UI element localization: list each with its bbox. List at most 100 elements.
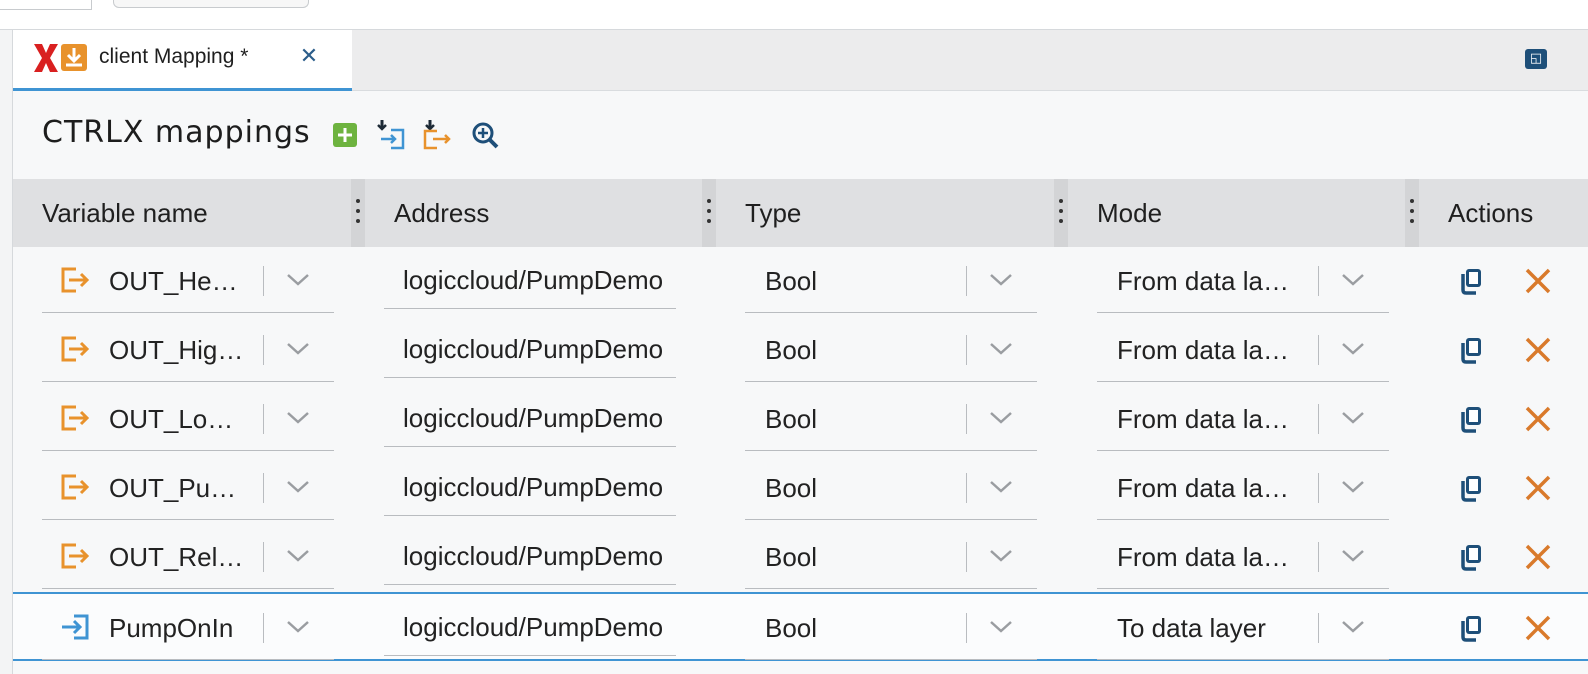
type-value: Bool [765, 542, 818, 572]
chevron-down-icon[interactable] [1340, 478, 1366, 496]
address-input[interactable]: logiccloud/PumpDemo [384, 594, 676, 656]
import-icon[interactable] [375, 118, 407, 152]
mapping-editor: CTRLX mappings Variable name Address Typ… [13, 91, 1588, 674]
variable-name-select[interactable]: OUT_Pu… [42, 454, 334, 520]
chevron-down-icon[interactable] [1340, 271, 1366, 289]
mode-select[interactable]: From data la… [1097, 385, 1389, 451]
maximize-icon[interactable]: ◱ [1525, 49, 1547, 69]
chevron-down-icon[interactable] [988, 409, 1014, 427]
mode-value: From data la… [1117, 542, 1289, 572]
chevron-down-icon[interactable] [285, 409, 311, 427]
column-resize-handle[interactable] [351, 179, 365, 247]
copy-icon[interactable] [1456, 404, 1486, 434]
chevron-down-icon[interactable] [285, 478, 311, 496]
variable-name-select[interactable]: OUT_Hig… [42, 316, 334, 382]
copy-icon[interactable] [1456, 473, 1486, 503]
address-input[interactable]: logiccloud/PumpDemo [384, 523, 676, 585]
chevron-down-icon[interactable] [988, 271, 1014, 289]
address-value: logiccloud/PumpDemo [403, 403, 664, 433]
chevron-down-icon[interactable] [988, 618, 1014, 636]
mode-select[interactable]: From data la… [1097, 316, 1389, 382]
chevron-down-icon[interactable] [285, 547, 311, 565]
close-icon[interactable]: ✕ [297, 44, 321, 70]
type-value: Bool [765, 335, 818, 365]
chevron-down-icon[interactable] [285, 618, 311, 636]
table-row[interactable]: OUT_Rel… logiccloud/PumpDemo Bool From data… [13, 523, 1588, 592]
address-value: logiccloud/PumpDemo [403, 334, 664, 364]
chevron-down-icon[interactable] [1340, 618, 1366, 636]
chevron-down-icon[interactable] [1340, 547, 1366, 565]
chevron-down-icon[interactable] [988, 478, 1014, 496]
toolbar-fragment [0, 0, 92, 10]
address-input[interactable]: logiccloud/PumpDemo [384, 454, 676, 516]
chevron-down-icon[interactable] [988, 547, 1014, 565]
mode-select[interactable]: To data layer [1097, 594, 1389, 660]
type-select[interactable]: Bool [745, 523, 1037, 589]
type-value: Bool [765, 266, 818, 296]
delete-icon[interactable] [1523, 404, 1553, 434]
type-select[interactable]: Bool [745, 247, 1037, 313]
copy-icon[interactable] [1456, 335, 1486, 365]
address-value: logiccloud/PumpDemo [403, 612, 664, 642]
table-row[interactable]: OUT_He… logiccloud/PumpDemo Bool From data … [13, 247, 1588, 316]
type-value: Bool [765, 473, 818, 503]
mode-value: From data la… [1117, 266, 1289, 296]
column-resize-handle[interactable] [702, 179, 716, 247]
mode-select[interactable]: From data la… [1097, 454, 1389, 520]
column-resize-handle[interactable] [1054, 179, 1068, 247]
address-value: logiccloud/PumpDemo [403, 541, 664, 571]
page-title: CTRLX mappings [42, 115, 311, 150]
table-row[interactable]: OUT_Hig… logiccloud/PumpDemo Bool From data… [13, 316, 1588, 385]
mode-value: From data la… [1117, 404, 1289, 434]
delete-icon[interactable] [1523, 473, 1553, 503]
variable-name-value: OUT_Pu… [109, 473, 237, 503]
column-header-type[interactable]: Type [745, 179, 801, 247]
delete-icon[interactable] [1523, 542, 1553, 572]
address-input[interactable]: logiccloud/PumpDemo [384, 247, 676, 309]
copy-icon[interactable] [1456, 613, 1486, 643]
column-header-variable-name[interactable]: Variable name [42, 179, 208, 247]
export-icon[interactable] [421, 118, 453, 152]
variable-name-value: PumpOnIn [109, 613, 234, 643]
column-header-actions: Actions [1448, 198, 1534, 228]
variable-name-select[interactable]: OUT_Rel… [42, 523, 334, 589]
delete-icon[interactable] [1523, 613, 1553, 643]
mode-value: To data layer [1117, 613, 1266, 643]
variable-name-select[interactable]: PumpOnIn [42, 594, 334, 660]
tab-client-mapping[interactable]: client Mapping * ✕ [13, 30, 352, 91]
type-select[interactable]: Bool [745, 594, 1037, 660]
delete-icon[interactable] [1523, 266, 1553, 296]
chevron-down-icon[interactable] [1340, 340, 1366, 358]
copy-icon[interactable] [1456, 266, 1486, 296]
column-header-mode[interactable]: Mode [1097, 179, 1162, 247]
column-header-address[interactable]: Address [394, 179, 489, 247]
mode-value: From data la… [1117, 473, 1289, 503]
delete-icon[interactable] [1523, 335, 1553, 365]
type-select[interactable]: Bool [745, 454, 1037, 520]
table-row[interactable]: OUT_Pu… logiccloud/PumpDemo Bool From data … [13, 454, 1588, 523]
mode-select[interactable]: From data la… [1097, 247, 1389, 313]
copy-icon[interactable] [1456, 542, 1486, 572]
toolbar-button-fragment[interactable] [113, 0, 309, 8]
type-select[interactable]: Bool [745, 316, 1037, 382]
download-logo-icon [61, 44, 87, 71]
type-value: Bool [765, 613, 818, 643]
tab-title: client Mapping * [99, 45, 249, 68]
chevron-down-icon[interactable] [1340, 409, 1366, 427]
address-input[interactable]: logiccloud/PumpDemo [384, 316, 676, 378]
search-plus-icon[interactable] [470, 118, 502, 152]
mode-select[interactable]: From data la… [1097, 523, 1389, 589]
table-row[interactable]: PumpOnIn logiccloud/PumpDemo Bool To data l… [13, 592, 1588, 661]
add-icon[interactable] [330, 118, 362, 152]
table-row[interactable]: OUT_Lo… logiccloud/PumpDemo Bool From data … [13, 385, 1588, 454]
left-rail [0, 30, 13, 674]
address-input[interactable]: logiccloud/PumpDemo [384, 385, 676, 447]
variable-name-select[interactable]: OUT_Lo… [42, 385, 334, 451]
column-resize-handle[interactable] [1405, 179, 1419, 247]
mode-value: From data la… [1117, 335, 1289, 365]
chevron-down-icon[interactable] [285, 271, 311, 289]
chevron-down-icon[interactable] [988, 340, 1014, 358]
variable-name-select[interactable]: OUT_He… [42, 247, 334, 313]
chevron-down-icon[interactable] [285, 340, 311, 358]
type-select[interactable]: Bool [745, 385, 1037, 451]
